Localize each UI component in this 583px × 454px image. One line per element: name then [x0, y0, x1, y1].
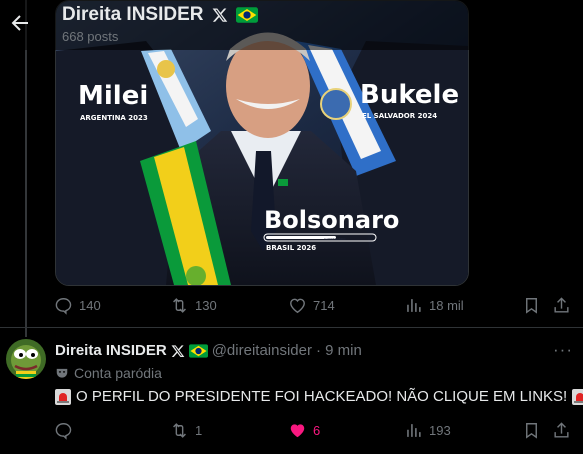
reply-icon: [55, 298, 72, 315]
avatar[interactable]: [6, 339, 46, 379]
poster-center-name: Bolsonaro: [264, 206, 399, 234]
profile-name: Direita INSIDER: [62, 4, 204, 25]
profile-header: Direita INSIDER 668 posts: [0, 0, 583, 50]
poster-center-country: BRASIL 2026: [266, 244, 316, 252]
poster-right-name: Bukele: [360, 80, 459, 110]
repost-count: 1: [195, 423, 203, 438]
repost-button[interactable]: 1: [170, 421, 202, 440]
repost-icon: [173, 423, 186, 438]
author-name[interactable]: Direita INSIDER: [55, 342, 167, 359]
page-title: Direita INSIDER: [62, 4, 259, 26]
views-icon: [407, 299, 421, 312]
views-icon: [407, 424, 421, 437]
more-options-icon[interactable]: ···: [553, 340, 573, 360]
reply-post-header: Direita INSIDER @direitainsider · 9 min: [55, 342, 362, 359]
post-text-content: O PERFIL DO PRESIDENTE FOI HACKEADO! NÃO…: [76, 388, 568, 405]
poster-left-country: ARGENTINA 2023: [80, 114, 148, 122]
like-count: 6: [313, 423, 321, 438]
divider: [0, 327, 583, 328]
parody-label: Conta paródia: [55, 365, 162, 381]
reply-button[interactable]: 140: [54, 296, 101, 315]
heart-icon: [290, 298, 305, 314]
share-icon: [554, 297, 569, 313]
view-count: 193: [429, 423, 451, 438]
frog-avatar-icon: [6, 339, 46, 379]
poster-right-country: EL SALVADOR 2024: [362, 112, 437, 120]
mask-icon: [56, 368, 68, 378]
siren-icon: [55, 388, 71, 405]
author-handle[interactable]: @direitainsider: [212, 342, 312, 359]
share-button[interactable]: [552, 296, 571, 315]
poster-left-name: Milei: [78, 81, 148, 111]
post-text: O PERFIL DO PRESIDENTE FOI HACKEADO! NÃO…: [55, 388, 583, 405]
brazil-flag-icon: [188, 343, 208, 358]
bookmark-button[interactable]: [522, 421, 541, 440]
share-icon: [554, 422, 569, 438]
reply-icon: [55, 423, 72, 440]
x-logo-icon: [212, 8, 228, 22]
reply-post-actions: 1 6 193: [0, 421, 583, 445]
views-button[interactable]: 18 mil: [404, 296, 464, 315]
post-actions: 140 130 714 18 mil: [0, 296, 583, 320]
reply-count: 140: [79, 298, 101, 313]
bookmark-icon: [526, 423, 537, 439]
share-button[interactable]: [552, 421, 571, 440]
bookmark-icon: [526, 298, 537, 314]
like-button[interactable]: 714: [288, 296, 335, 315]
poster-loading: CARREGANDO: [324, 237, 346, 241]
heart-filled-icon: [290, 424, 305, 438]
siren-icon: [572, 388, 583, 405]
like-count: 714: [313, 298, 335, 313]
repost-button[interactable]: 130: [170, 296, 217, 315]
views-button[interactable]: 193: [404, 421, 451, 440]
bookmark-button[interactable]: [522, 296, 541, 315]
parody-label-text: Conta paródia: [74, 365, 162, 381]
back-arrow-icon[interactable]: [8, 11, 32, 35]
thread-line: [25, 0, 27, 337]
repost-count: 130: [195, 298, 217, 313]
reply-button[interactable]: [54, 421, 79, 440]
brazil-flag-icon: [236, 7, 259, 23]
post-time[interactable]: · 9 min: [316, 342, 362, 359]
post-count: 668 posts: [62, 29, 119, 44]
repost-icon: [173, 298, 186, 313]
x-logo-icon: [171, 344, 185, 357]
like-button[interactable]: 6: [288, 421, 320, 440]
view-count: 18 mil: [429, 298, 464, 313]
